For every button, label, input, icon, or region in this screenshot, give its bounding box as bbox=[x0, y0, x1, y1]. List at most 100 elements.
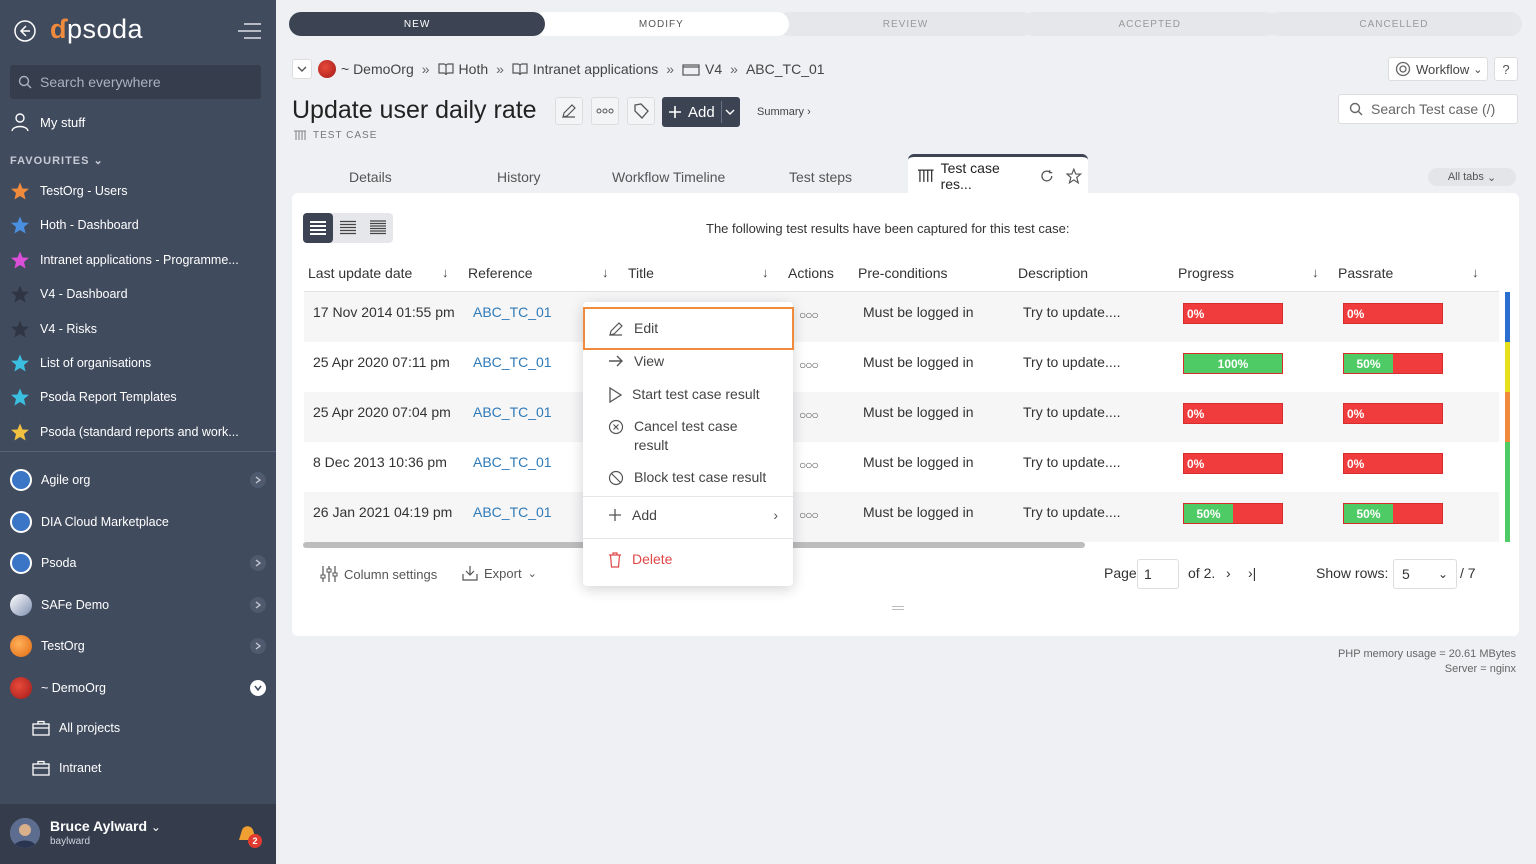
row-actions-dots-icon[interactable]: ○○○ bbox=[799, 358, 819, 372]
page-number-input[interactable]: 1 bbox=[1137, 559, 1179, 589]
stage-modify[interactable]: MODIFY bbox=[533, 12, 790, 36]
workflow-button[interactable]: Workflow ⌄ bbox=[1388, 57, 1488, 81]
view-normal-button[interactable] bbox=[303, 213, 333, 243]
sort-arrow-icon[interactable]: ↓ bbox=[1472, 265, 1479, 280]
sidebar-org-item[interactable]: Agile org bbox=[10, 469, 266, 491]
test-case-search-input[interactable]: Search Test case (/) bbox=[1338, 94, 1518, 124]
col-last-update-date[interactable]: Last update date bbox=[308, 265, 412, 281]
stage-review[interactable]: REVIEW bbox=[777, 12, 1034, 36]
menu-block-test-case-result[interactable]: Block test case result bbox=[608, 468, 766, 487]
breadcrumb-dropdown[interactable] bbox=[292, 59, 312, 79]
favourite-item[interactable]: Intranet applications - Programme... bbox=[10, 250, 260, 270]
sidebar-search-input[interactable]: Search everywhere bbox=[10, 65, 261, 99]
user-panel[interactable]: Bruce Aylward ⌄ baylward 2 bbox=[0, 804, 276, 864]
favourite-item[interactable]: V4 - Risks bbox=[10, 319, 260, 339]
col-actions[interactable]: Actions bbox=[788, 265, 834, 281]
column-settings-button[interactable]: Column settings bbox=[320, 565, 437, 583]
star-icon[interactable] bbox=[1066, 167, 1082, 184]
col-reference[interactable]: Reference bbox=[468, 265, 533, 281]
add-button[interactable]: Add bbox=[662, 97, 740, 127]
tab-details[interactable]: Details bbox=[349, 169, 392, 185]
favourite-item[interactable]: Hoth - Dashboard bbox=[10, 215, 260, 235]
cell-reference-link[interactable]: ABC_TC_01 bbox=[473, 454, 552, 470]
menu-delete[interactable]: Delete bbox=[608, 550, 672, 569]
summary-link[interactable]: Summary › bbox=[757, 106, 811, 118]
tag-button[interactable] bbox=[627, 97, 655, 125]
favourite-item[interactable]: List of organisations bbox=[10, 353, 260, 373]
menu-cancel-test-case-result[interactable]: Cancel test case result bbox=[608, 417, 768, 455]
rows-per-page-select[interactable]: 5 ⌄ bbox=[1393, 559, 1457, 589]
all-tabs-button[interactable]: All tabs ⌄ bbox=[1428, 168, 1516, 186]
sidebar-item-intranet[interactable]: Intranet bbox=[32, 760, 101, 776]
sidebar-item-all-projects[interactable]: All projects bbox=[32, 720, 120, 736]
cell-reference-link[interactable]: ABC_TC_01 bbox=[473, 504, 552, 520]
stage-accepted[interactable]: ACCEPTED bbox=[1021, 12, 1278, 36]
cell-reference-link[interactable]: ABC_TC_01 bbox=[473, 404, 552, 420]
row-actions-dots-icon[interactable]: ○○○ bbox=[799, 508, 819, 522]
menu-start-test-case-result[interactable]: Start test case result bbox=[608, 385, 760, 404]
breadcrumb-hoth[interactable]: Hoth bbox=[437, 61, 488, 77]
view-dense-button[interactable] bbox=[363, 213, 393, 243]
col-description[interactable]: Description bbox=[1018, 265, 1088, 281]
breadcrumb-intranet-applications[interactable]: Intranet applications bbox=[512, 61, 658, 77]
export-button[interactable]: Export ⌄ bbox=[462, 565, 537, 581]
refresh-icon[interactable] bbox=[1040, 169, 1054, 183]
menu-collapse-icon[interactable] bbox=[236, 22, 262, 40]
favourite-item[interactable]: Psoda (standard reports and work... bbox=[10, 422, 260, 442]
table-row[interactable]: 8 Dec 2013 10:36 pm ABC_TC_01 ○○○ Must be l… bbox=[304, 442, 1510, 492]
breadcrumb-demoorg[interactable]: ~ DemoOrg bbox=[318, 60, 414, 78]
sort-arrow-icon[interactable]: ↓ bbox=[602, 265, 609, 280]
next-page-icon[interactable]: › bbox=[1226, 565, 1231, 581]
tab-history[interactable]: History bbox=[497, 169, 541, 185]
sort-arrow-icon[interactable]: ↓ bbox=[762, 265, 769, 280]
table-row[interactable]: 26 Jan 2021 04:19 pm ABC_TC_01 ○○○ Must be … bbox=[304, 492, 1510, 542]
breadcrumb-v4[interactable]: V4 bbox=[682, 61, 722, 77]
row-actions-dots-icon[interactable]: ○○○ bbox=[799, 308, 819, 322]
table-row[interactable]: 25 Apr 2020 07:04 pm ABC_TC_01 ○○○ Must be … bbox=[304, 392, 1510, 442]
sort-arrow-icon[interactable]: ↓ bbox=[1312, 265, 1319, 280]
row-actions-dots-icon[interactable]: ○○○ bbox=[799, 408, 819, 422]
cell-reference-link[interactable]: ABC_TC_01 bbox=[473, 304, 552, 320]
notifications-bell-icon[interactable]: 2 bbox=[236, 824, 262, 848]
menu-add[interactable]: Add › bbox=[608, 506, 778, 525]
stage-cancelled[interactable]: CANCELLED bbox=[1265, 12, 1523, 36]
sort-arrow-icon[interactable]: ↓ bbox=[442, 265, 449, 280]
row-actions-dots-icon[interactable]: ○○○ bbox=[799, 458, 819, 472]
tab-test-steps[interactable]: Test steps bbox=[789, 169, 852, 185]
my-stuff-link[interactable]: My stuff bbox=[10, 112, 85, 132]
favourite-item[interactable]: Psoda Report Templates bbox=[10, 387, 260, 407]
sidebar-org-item[interactable]: DIA Cloud Marketplace bbox=[10, 510, 266, 533]
collapse-back-icon[interactable] bbox=[14, 20, 36, 42]
col-progress[interactable]: Progress bbox=[1178, 265, 1234, 281]
favourites-toggle[interactable]: FAVOURITES ⌄ bbox=[10, 154, 104, 167]
favourite-item[interactable]: V4 - Dashboard bbox=[10, 284, 260, 304]
table-row[interactable]: 17 Nov 2014 01:55 pm ABC_TC_01 ○○○ Must be … bbox=[304, 292, 1510, 342]
col-passrate[interactable]: Passrate bbox=[1338, 265, 1393, 281]
resize-grip-icon[interactable] bbox=[892, 606, 904, 610]
tab-test-case-results[interactable]: Test case res... bbox=[908, 154, 1088, 194]
col-title[interactable]: Title bbox=[628, 265, 654, 281]
chevron-down-icon[interactable] bbox=[250, 680, 266, 696]
psoda-logo[interactable]: ɗpsoda bbox=[50, 14, 143, 45]
stage-new[interactable]: NEW bbox=[289, 12, 546, 36]
menu-edit[interactable]: Edit bbox=[583, 307, 794, 350]
view-compact-button[interactable] bbox=[333, 213, 363, 243]
favourite-item[interactable]: TestOrg - Users bbox=[10, 181, 260, 201]
more-options-button[interactable] bbox=[591, 97, 619, 125]
chevron-right-icon[interactable] bbox=[250, 555, 266, 572]
chevron-right-icon[interactable] bbox=[250, 638, 266, 655]
help-button[interactable]: ? bbox=[1494, 57, 1518, 81]
col-pre-conditions[interactable]: Pre-conditions bbox=[858, 265, 948, 281]
sidebar-org-item[interactable]: Psoda bbox=[10, 552, 266, 575]
sidebar-org-item[interactable]: ~ DemoOrg bbox=[10, 677, 266, 699]
sidebar-org-item[interactable]: TestOrg bbox=[10, 635, 266, 658]
menu-view[interactable]: View bbox=[608, 352, 664, 371]
table-row[interactable]: 25 Apr 2020 07:11 pm ABC_TC_01 ○○○ Must be … bbox=[304, 342, 1510, 392]
chevron-right-icon[interactable] bbox=[250, 596, 266, 613]
cell-reference-link[interactable]: ABC_TC_01 bbox=[473, 354, 552, 370]
sidebar-org-item[interactable]: SAFe Demo bbox=[10, 593, 266, 616]
chevron-right-icon[interactable] bbox=[250, 472, 266, 488]
last-page-icon[interactable]: ›| bbox=[1248, 565, 1256, 581]
edit-title-button[interactable] bbox=[555, 97, 583, 125]
tab-workflow-timeline[interactable]: Workflow Timeline bbox=[612, 169, 725, 185]
